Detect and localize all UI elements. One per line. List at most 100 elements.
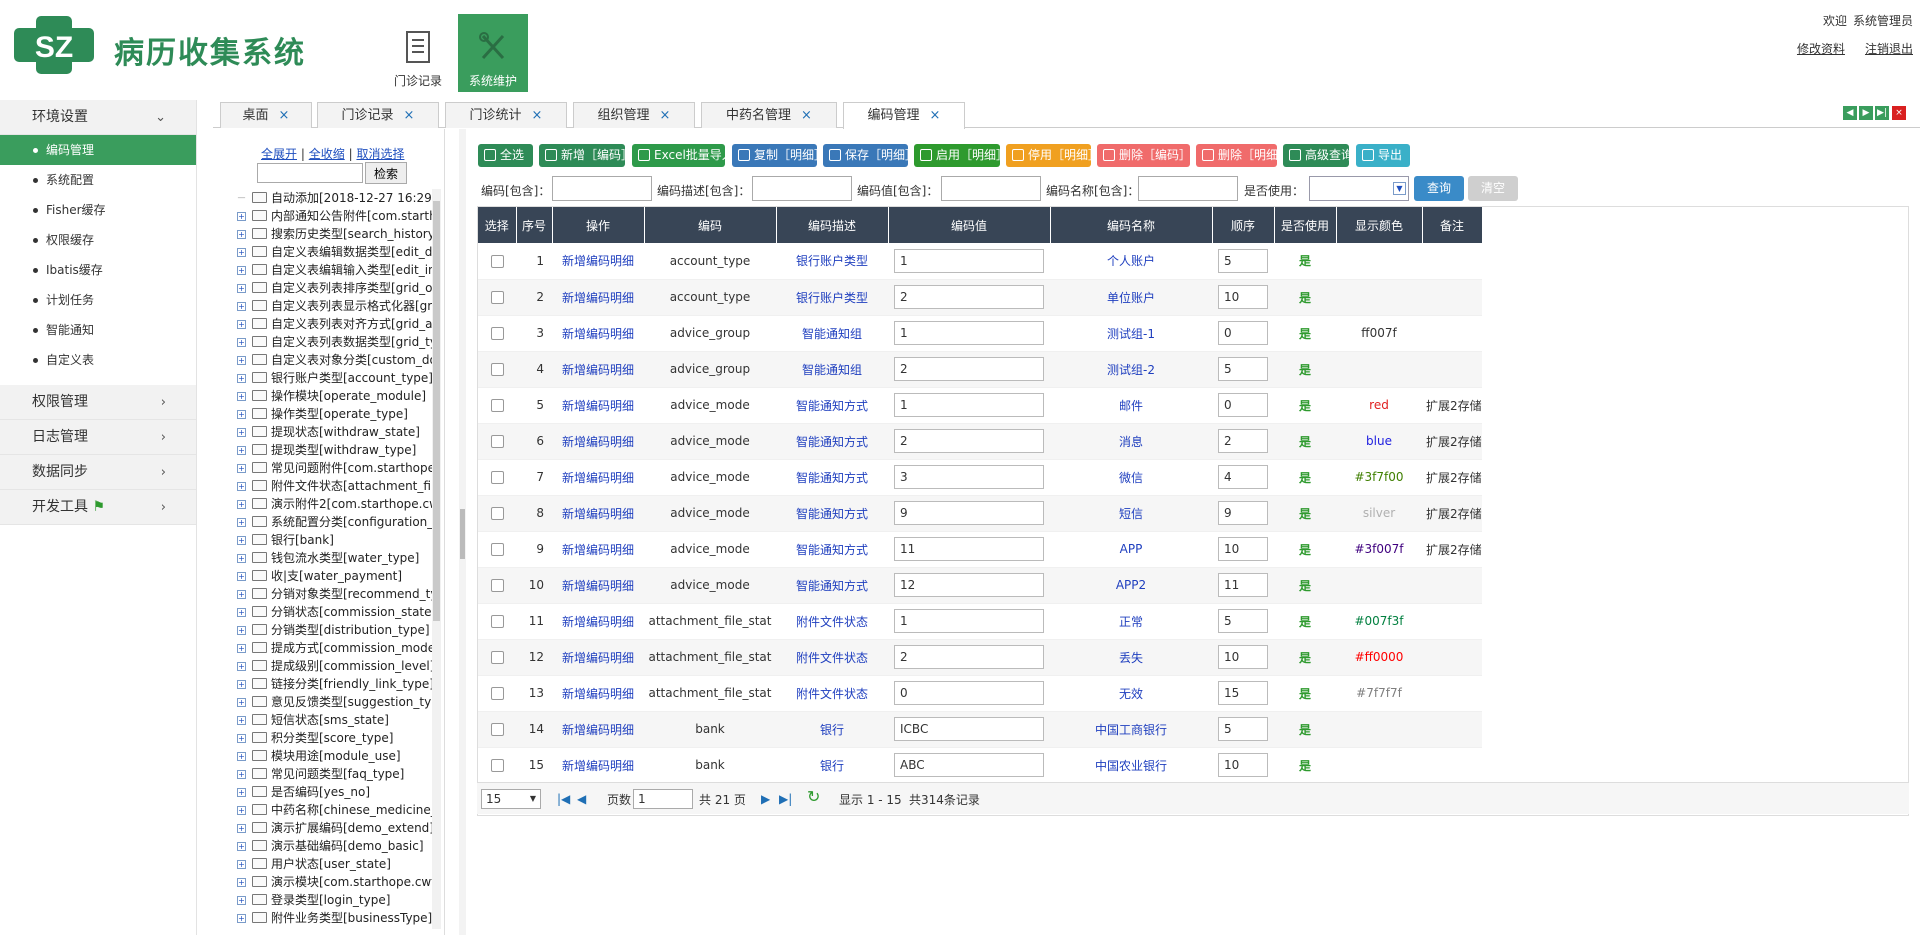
tree-scrollbar[interactable] <box>432 189 441 929</box>
add-detail-link[interactable]: 新增编码明细 <box>552 747 644 784</box>
table-row[interactable]: 2 新增编码明细 account_type 银行账户类型 2 单位账户 10 是 <box>478 279 1482 316</box>
row-select-cell[interactable] <box>478 567 516 604</box>
value-input[interactable]: ABC <box>894 753 1044 777</box>
add-detail-link[interactable]: 新增编码明细 <box>552 675 644 712</box>
tab-desktop[interactable]: 桌面 × <box>220 102 312 128</box>
add-detail-link[interactable]: 新增编码明细 <box>552 639 644 676</box>
prev-page-icon[interactable]: ◀ <box>577 792 586 806</box>
value-input[interactable]: 1 <box>894 248 1044 273</box>
expand-icon[interactable]: + <box>237 644 246 653</box>
tree-node[interactable]: + 提现状态[withdraw_state] <box>227 423 435 441</box>
query-button[interactable]: 查询 <box>1414 176 1464 201</box>
expand-icon[interactable]: + <box>237 860 246 869</box>
expand-icon[interactable]: + <box>237 680 246 689</box>
tree-node[interactable]: + 登录类型[login_type] <box>227 891 435 909</box>
tree-node[interactable]: + 短信状态[sms_state] <box>227 711 435 729</box>
order-input[interactable]: 5 <box>1218 357 1268 381</box>
tree-node[interactable]: + 银行账户类型[account_type] <box>227 369 435 387</box>
tree-search-button[interactable]: 检索 <box>365 162 407 184</box>
row-select-cell[interactable] <box>478 495 516 532</box>
sidebar-group-data-sync[interactable]: 数据同步 › <box>0 455 196 490</box>
expand-icon[interactable]: + <box>237 446 246 455</box>
table-row[interactable]: 8 新增编码明细 advice_mode 智能通知方式 9 短信 9 是 silver 扩展2存储 <box>478 495 1482 532</box>
row-checkbox[interactable] <box>490 363 504 376</box>
tree-node[interactable]: + 链接分类[friendly_link_type] <box>227 675 435 693</box>
tree-node[interactable]: + 收|支[water_payment] <box>227 567 435 585</box>
table-row[interactable]: 10 新增编码明细 advice_mode 智能通知方式 12 APP2 11 是 <box>478 567 1482 604</box>
tab-clinic-records[interactable]: 门诊记录 × <box>317 102 439 128</box>
toolbar-button-11[interactable]: 导出 <box>1356 144 1410 167</box>
expand-icon[interactable]: + <box>237 518 246 527</box>
tab-org-management[interactable]: 组织管理 × <box>573 102 695 128</box>
add-detail-link[interactable]: 新增编码明细 <box>552 603 644 640</box>
row-checkbox[interactable] <box>490 759 504 772</box>
add-detail-link[interactable]: 新增编码明细 <box>552 423 644 460</box>
sidebar-item-system-config[interactable]: 系统配置 <box>0 165 196 195</box>
close-icon[interactable]: × <box>279 108 290 123</box>
close-icon[interactable]: × <box>532 108 543 123</box>
tree-node[interactable]: + 分销类型[distribution_type] <box>227 621 435 639</box>
expand-icon[interactable]: + <box>237 842 246 851</box>
row-checkbox[interactable] <box>490 651 504 664</box>
expand-icon[interactable]: + <box>237 500 246 509</box>
row-checkbox[interactable] <box>490 687 504 700</box>
filter-desc-input[interactable] <box>752 176 852 201</box>
expand-icon[interactable]: + <box>237 248 246 257</box>
expand-icon[interactable]: + <box>237 428 246 437</box>
sidebar-item-code-management[interactable]: 编码管理 <box>0 135 196 165</box>
expand-icon[interactable]: + <box>237 356 246 365</box>
row-select-cell[interactable] <box>478 711 516 748</box>
add-detail-link[interactable]: 新增编码明细 <box>552 315 644 352</box>
tree-node[interactable]: + 分销状态[commission_state] <box>227 603 435 621</box>
column-header[interactable]: 编码 <box>644 207 777 243</box>
tree-node[interactable]: + 分销对象类型[recommend_ty <box>227 585 435 603</box>
tab-next-icon[interactable]: ▶ <box>1859 106 1873 120</box>
expand-icon[interactable]: + <box>237 878 246 887</box>
expand-icon[interactable]: + <box>237 464 246 473</box>
filter-code-input[interactable] <box>552 176 652 201</box>
tree-node[interactable]: + 自定义表列表对齐方式[grid_al <box>227 315 435 333</box>
tree-node[interactable]: + 内部通知公告附件[com.starth <box>227 207 435 225</box>
add-detail-link[interactable]: 新增编码明细 <box>552 387 644 424</box>
toolbar-button-5[interactable]: 保存［明细］ <box>823 144 917 167</box>
close-icon[interactable]: × <box>660 108 671 123</box>
sidebar-item-ibatis-cache[interactable]: Ibatis缓存 <box>0 255 196 285</box>
tree-search-input[interactable] <box>257 163 363 183</box>
top-button-system-maintenance[interactable]: 系统维护 <box>458 14 528 92</box>
tree-node[interactable]: + 搜索历史类型[search_history <box>227 225 435 243</box>
tree-node[interactable]: + 是否编码[yes_no] <box>227 783 435 801</box>
table-row[interactable]: 9 新增编码明细 advice_mode 智能通知方式 11 APP 10 是 #3f007f 扩… <box>478 531 1482 568</box>
tree-node[interactable]: + 提成方式[commission_mode <box>227 639 435 657</box>
expand-icon[interactable]: + <box>237 392 246 401</box>
add-detail-link[interactable]: 新增编码明细 <box>552 495 644 532</box>
add-detail-link[interactable]: 新增编码明细 <box>552 567 644 604</box>
sidebar-group-logs[interactable]: 日志管理 › <box>0 420 196 455</box>
first-page-icon[interactable]: |◀ <box>557 792 570 806</box>
sidebar-group-env-settings[interactable]: 环境设置 ⌄ <box>0 100 196 135</box>
tree-node[interactable]: + 意见反馈类型[suggestion_typ <box>227 693 435 711</box>
tree-node[interactable]: + 银行[bank] <box>227 531 435 549</box>
logout-link[interactable]: 注销退出 <box>1865 42 1913 56</box>
close-icon[interactable]: × <box>801 108 812 123</box>
column-header[interactable]: 序号 <box>516 207 553 243</box>
top-button-clinic-records[interactable]: 门诊记录 <box>383 14 453 92</box>
expand-icon[interactable]: + <box>237 914 246 923</box>
tab-herb-management[interactable]: 中药名管理 × <box>701 102 837 128</box>
column-header[interactable]: 备注 <box>1422 207 1483 243</box>
tree-node[interactable]: + 提现类型[withdraw_type] <box>227 441 435 459</box>
row-checkbox[interactable] <box>490 579 504 592</box>
add-detail-link[interactable]: 新增编码明细 <box>552 459 644 496</box>
table-row[interactable]: 4 新增编码明细 advice_group 智能通知组 2 测试组-2 5 是 <box>478 351 1482 388</box>
column-header[interactable]: 选择 <box>478 207 517 243</box>
cancel-selection-link[interactable]: 取消选择 <box>356 147 404 161</box>
add-detail-link[interactable]: 新增编码明细 <box>552 351 644 388</box>
row-select-cell[interactable] <box>478 387 516 424</box>
filter-use-select[interactable]: ▼ <box>1309 176 1409 201</box>
value-input[interactable]: 2 <box>894 357 1044 381</box>
row-checkbox[interactable] <box>490 471 504 484</box>
sidebar-item-custom-table[interactable]: 自定义表 <box>0 345 196 375</box>
table-row[interactable]: 6 新增编码明细 advice_mode 智能通知方式 2 消息 2 是 blue 扩展2存储 <box>478 423 1482 460</box>
expand-icon[interactable]: + <box>237 338 246 347</box>
page-size-select[interactable]: 15 ▼ <box>481 789 541 809</box>
tree-node[interactable]: + 提成级别[commission_level] <box>227 657 435 675</box>
